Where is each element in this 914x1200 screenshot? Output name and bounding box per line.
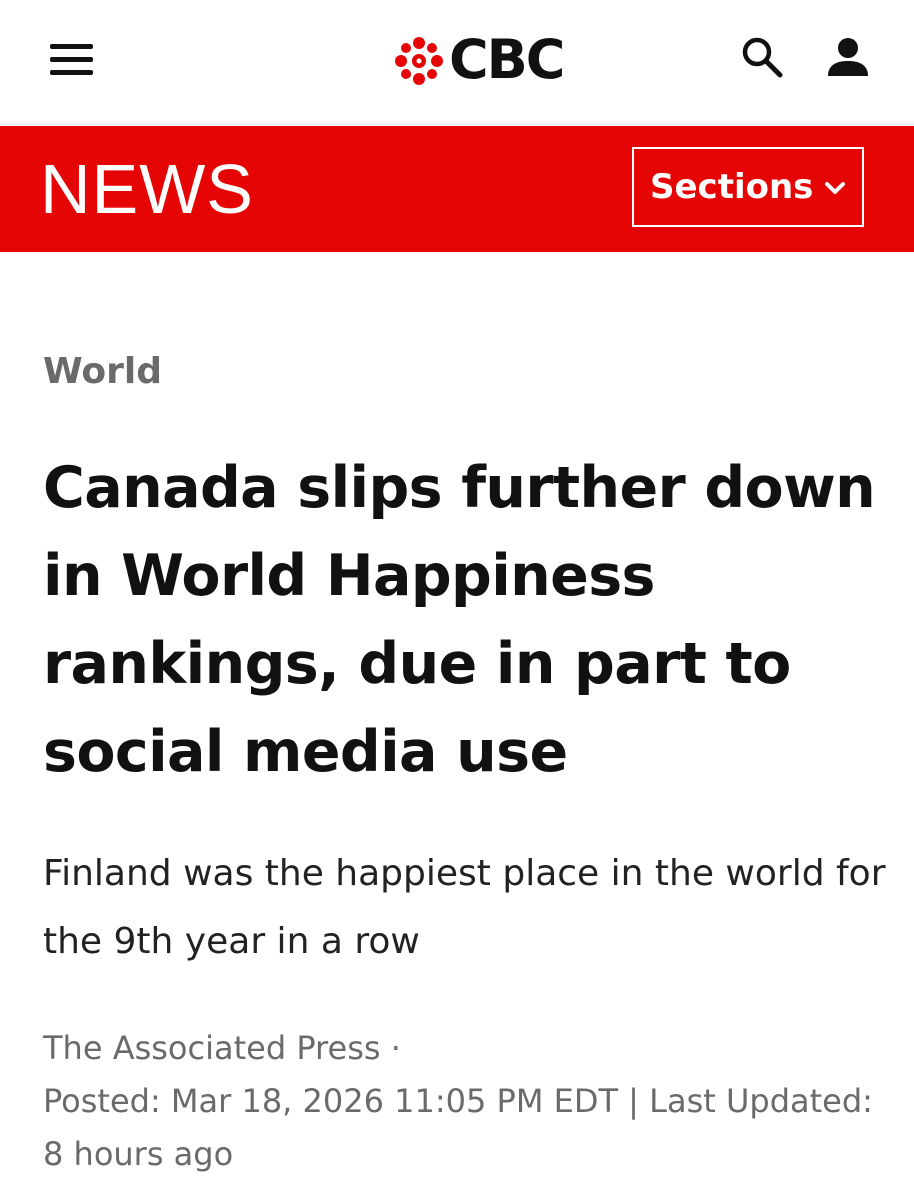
hamburger-menu-icon[interactable]: [50, 42, 94, 78]
article-headline: Canada slips further down in World Happi…: [43, 455, 876, 785]
user-account-icon[interactable]: [824, 34, 872, 82]
article-byline: The Associated Press · Posted: Mar 18, 2…: [43, 1022, 903, 1181]
news-section-bar: NEWS Sections: [0, 126, 914, 252]
sections-label: Sections: [650, 167, 814, 207]
updated-label: Last Updated:: [649, 1082, 873, 1120]
cbc-gem-icon: [395, 37, 443, 85]
cbc-logo[interactable]: CBC: [394, 28, 594, 92]
chevron-down-icon: [825, 182, 845, 194]
cbc-logo-text: CBC: [449, 28, 565, 91]
top-navigation-bar: CBC: [0, 0, 914, 125]
search-icon[interactable]: [738, 34, 786, 82]
author-name: The Associated Press: [43, 1029, 381, 1067]
byline-separator: ·: [390, 1029, 401, 1067]
posted-date: Mar 18, 2026 11:05 PM EDT: [170, 1082, 618, 1120]
updated-value: 8 hours ago: [43, 1135, 234, 1173]
category-link[interactable]: World: [43, 348, 162, 396]
article-deck: Finland was the happiest place in the wo…: [43, 853, 886, 962]
sections-dropdown-button[interactable]: Sections: [632, 147, 864, 227]
date-divider: |: [628, 1082, 639, 1120]
news-wordmark[interactable]: NEWS: [40, 154, 254, 224]
posted-label: Posted:: [43, 1082, 161, 1120]
